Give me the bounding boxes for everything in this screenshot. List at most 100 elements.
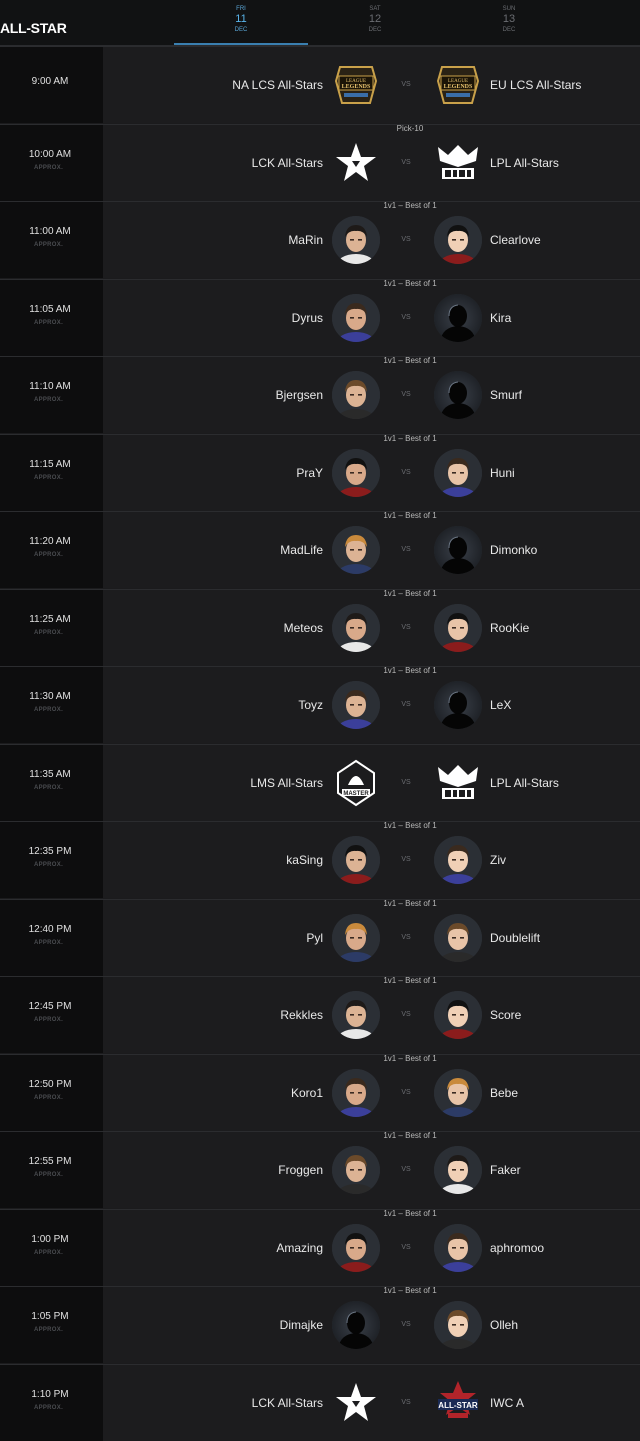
player-photo[interactable] — [434, 449, 482, 497]
left-competitor-name[interactable]: LCK All-Stars — [252, 1396, 323, 1410]
left-competitor-name[interactable]: Dyrus — [292, 311, 323, 325]
match-row[interactable]: 9:00 AM NA LCS All-Stars LEAGUE LEGENDS VS LE… — [0, 46, 640, 123]
player-silhouette-icon[interactable] — [332, 1301, 380, 1349]
match-row[interactable]: 11:10 AM APPROX. 1v1 – Best of 1 Bjergsen VS… — [0, 356, 640, 433]
league-of-legends-logo[interactable]: LEAGUE LEGENDS — [432, 59, 484, 111]
player-photo[interactable] — [332, 681, 380, 729]
player-photo[interactable] — [332, 1146, 380, 1194]
left-competitor-name[interactable]: Meteos — [284, 621, 323, 635]
player-photo[interactable] — [332, 449, 380, 497]
match-row[interactable]: 11:05 AM APPROX. 1v1 – Best of 1 Dyrus VS Kir… — [0, 279, 640, 356]
time-column — [0, 1210, 103, 1286]
right-competitor-name[interactable]: aphromoo — [490, 1241, 544, 1255]
day-tab-11[interactable]: FRI 11 DEC — [174, 6, 308, 45]
left-competitor-name[interactable]: Dimajke — [280, 1318, 323, 1332]
player-photo[interactable] — [434, 1224, 482, 1272]
lpl-logo[interactable] — [432, 757, 484, 809]
match-row[interactable]: 12:35 PM APPROX. 1v1 – Best of 1 kaSing VS Zi… — [0, 821, 640, 898]
player-photo[interactable] — [332, 216, 380, 264]
time-column — [0, 435, 103, 511]
right-competitor-name[interactable]: Ziv — [490, 853, 506, 867]
match-row[interactable]: 12:40 PM APPROX. 1v1 – Best of 1 Pyl VS Doubl… — [0, 899, 640, 976]
player-photo[interactable] — [332, 294, 380, 342]
player-photo[interactable] — [434, 216, 482, 264]
day-tab-month: DEC — [368, 27, 382, 33]
player-photo[interactable] — [434, 991, 482, 1039]
right-competitor-name[interactable]: Doublelift — [490, 931, 540, 945]
player-photo[interactable] — [332, 991, 380, 1039]
player-photo[interactable] — [434, 1146, 482, 1194]
day-tab-12[interactable]: SAT 12 DEC — [308, 6, 442, 33]
match-row[interactable]: 11:30 AM APPROX. 1v1 – Best of 1 Toyz VS LeX — [0, 666, 640, 743]
time-column — [0, 125, 103, 201]
left-competitor-name[interactable]: LCK All-Stars — [252, 156, 323, 170]
match-row[interactable]: 11:35 AM APPROX. LMS All-Stars MASTER VS LPL … — [0, 744, 640, 821]
left-competitor-name[interactable]: Koro1 — [291, 1086, 323, 1100]
match-row[interactable]: 12:55 PM APPROX. 1v1 – Best of 1 Froggen VS F… — [0, 1131, 640, 1208]
lms-master-logo[interactable]: MASTER — [330, 757, 382, 809]
left-competitor-name[interactable]: Bjergsen — [276, 388, 323, 402]
player-photo[interactable] — [332, 1224, 380, 1272]
left-competitor-name[interactable]: MadLife — [280, 543, 323, 557]
player-silhouette-icon[interactable] — [434, 681, 482, 729]
left-competitor-name[interactable]: Amazing — [276, 1241, 323, 1255]
player-photo[interactable] — [434, 1069, 482, 1117]
right-competitor-name[interactable]: LPL All-Stars — [490, 156, 559, 170]
right-competitor-name[interactable]: IWC A — [490, 1396, 524, 1410]
match-row[interactable]: 1:10 PM APPROX. LCK All-Stars VS ALL-STAR IWC… — [0, 1364, 640, 1441]
player-silhouette-icon[interactable] — [434, 526, 482, 574]
left-competitor-name[interactable]: kaSing — [286, 853, 323, 867]
left-competitor-name[interactable]: Pyl — [306, 931, 323, 945]
player-photo[interactable] — [434, 836, 482, 884]
right-competitor-name[interactable]: Dimonko — [490, 543, 537, 557]
player-photo[interactable] — [332, 914, 380, 962]
right-competitor-name[interactable]: Kira — [490, 311, 511, 325]
left-competitor-name[interactable]: MaRin — [288, 233, 323, 247]
player-photo[interactable] — [332, 604, 380, 652]
lck-star-logo[interactable] — [330, 137, 382, 189]
player-photo[interactable] — [434, 604, 482, 652]
right-competitor-name[interactable]: Olleh — [490, 1318, 518, 1332]
right-competitor-name[interactable]: LPL All-Stars — [490, 776, 559, 790]
right-competitor-name[interactable]: Faker — [490, 1163, 521, 1177]
player-photo[interactable] — [332, 371, 380, 419]
player-photo[interactable] — [434, 1301, 482, 1349]
lpl-logo[interactable] — [432, 137, 484, 189]
player-photo[interactable] — [332, 1069, 380, 1117]
right-competitor-name[interactable]: Huni — [490, 466, 515, 480]
left-competitor-name[interactable]: PraY — [296, 466, 323, 480]
right-competitor-name[interactable]: Clearlove — [490, 233, 541, 247]
right-competitor-name[interactable]: Score — [490, 1008, 521, 1022]
right-competitor-name[interactable]: Smurf — [490, 388, 522, 402]
right-competitor-name[interactable]: EU LCS All-Stars — [490, 78, 581, 92]
match-row[interactable]: 11:15 AM APPROX. 1v1 – Best of 1 PraY VS Huni — [0, 434, 640, 511]
match-row[interactable]: 1:00 PM APPROX. 1v1 – Best of 1 Amazing VS ap… — [0, 1209, 640, 1286]
match-row[interactable]: 12:45 PM APPROX. 1v1 – Best of 1 Rekkles VS S… — [0, 976, 640, 1053]
left-competitor-name[interactable]: Froggen — [278, 1163, 323, 1177]
player-silhouette-icon[interactable] — [434, 294, 482, 342]
lck-star-logo[interactable] — [330, 1377, 382, 1429]
match-row[interactable]: 11:20 AM APPROX. 1v1 – Best of 1 MadLife VS D… — [0, 511, 640, 588]
right-competitor-name[interactable]: LeX — [490, 698, 511, 712]
match-time: 12:50 PM — [28, 1079, 72, 1090]
left-competitor-name[interactable]: LMS All-Stars — [250, 776, 323, 790]
player-photo[interactable] — [434, 914, 482, 962]
match-row[interactable]: 11:00 AM APPROX. 1v1 – Best of 1 MaRin VS Cle… — [0, 201, 640, 278]
match-row[interactable]: 12:50 PM APPROX. 1v1 – Best of 1 Koro1 VS Beb… — [0, 1054, 640, 1131]
match-row[interactable]: 11:25 AM APPROX. 1v1 – Best of 1 Meteos VS Ro… — [0, 589, 640, 666]
match-format: 1v1 – Best of 1 — [383, 1054, 437, 1063]
left-competitor-name[interactable]: Rekkles — [280, 1008, 323, 1022]
time-column — [0, 1055, 103, 1131]
match-row[interactable]: 10:00 AM APPROX. Pick-10 LCK All-Stars VS LPL… — [0, 124, 640, 201]
player-photo[interactable] — [332, 526, 380, 574]
all-star-logo[interactable]: ALL-STAR — [432, 1377, 484, 1429]
left-competitor-name[interactable]: Toyz — [298, 698, 323, 712]
right-competitor-name[interactable]: RooKie — [490, 621, 529, 635]
match-row[interactable]: 1:05 PM APPROX. 1v1 – Best of 1 Dimajke VS Ol… — [0, 1286, 640, 1363]
player-photo[interactable] — [332, 836, 380, 884]
player-silhouette-icon[interactable] — [434, 371, 482, 419]
left-competitor-name[interactable]: NA LCS All-Stars — [232, 78, 323, 92]
right-competitor-name[interactable]: Bebe — [490, 1086, 518, 1100]
day-tab-13[interactable]: SUN 13 DEC — [442, 6, 576, 33]
league-of-legends-logo[interactable]: LEAGUE LEGENDS — [330, 59, 382, 111]
